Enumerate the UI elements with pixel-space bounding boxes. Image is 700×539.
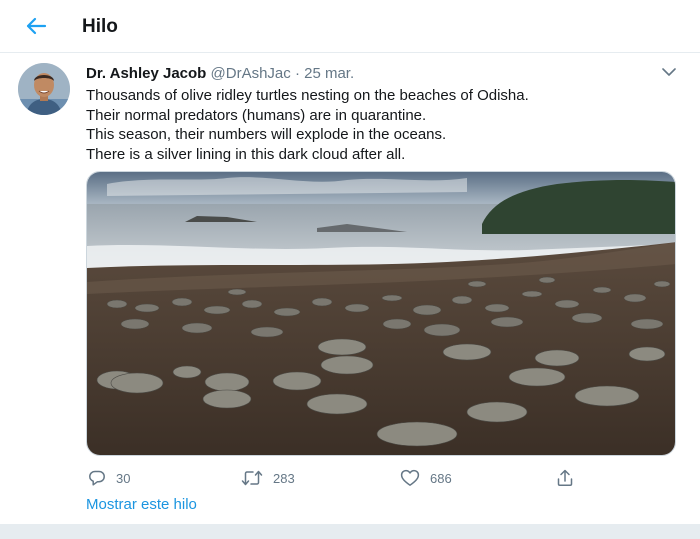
tweet-text-line: There is a silver lining in this dark cl… (86, 145, 406, 163)
tweet-text-line: Thousands of olive ridley turtles nestin… (86, 87, 529, 104)
retweet-icon (241, 470, 263, 486)
page-title: Hilo (82, 16, 118, 37)
retweet-button[interactable]: 283 (241, 468, 295, 488)
reply-icon (89, 470, 105, 486)
tweet-actions: 30 283 686 (86, 468, 586, 488)
avatar[interactable] (18, 63, 70, 115)
back-button[interactable] (22, 12, 50, 40)
reply-count: 30 (116, 470, 131, 486)
tweet-text: Thousands of olive ridley turtles nestin… (86, 86, 686, 164)
retweet-count: 283 (273, 470, 295, 486)
top-bar: Hilo (0, 0, 700, 53)
author-handle[interactable]: @DrAshJac (211, 65, 291, 82)
more-options-button[interactable] (658, 62, 680, 82)
tweet-text-line: Their normal predators (humans) are in q… (86, 106, 427, 124)
arrow-left-icon (26, 17, 47, 35)
show-thread-link[interactable]: Mostrar este hilo (86, 496, 197, 513)
share-icon (557, 469, 573, 487)
tweet-date[interactable]: 25 mar. (304, 65, 354, 82)
section-divider (0, 524, 700, 539)
tweet-photo[interactable] (86, 171, 676, 456)
tweet[interactable]: Dr. Ashley Jacob @DrAshJac · 25 mar. Tho… (0, 54, 700, 524)
reply-button[interactable]: 30 (88, 468, 130, 488)
separator-dot: · (294, 65, 300, 82)
tweet-text-line: This season, their numbers will explode … (86, 126, 447, 143)
like-count: 686 (430, 470, 452, 486)
chevron-down-icon (662, 67, 676, 76)
author-name[interactable]: Dr. Ashley Jacob (86, 65, 206, 82)
share-button[interactable] (556, 468, 584, 488)
like-icon (400, 469, 420, 486)
tweet-header: Dr. Ashley Jacob @DrAshJac · 25 mar. (86, 65, 354, 82)
like-button[interactable]: 686 (400, 468, 452, 488)
